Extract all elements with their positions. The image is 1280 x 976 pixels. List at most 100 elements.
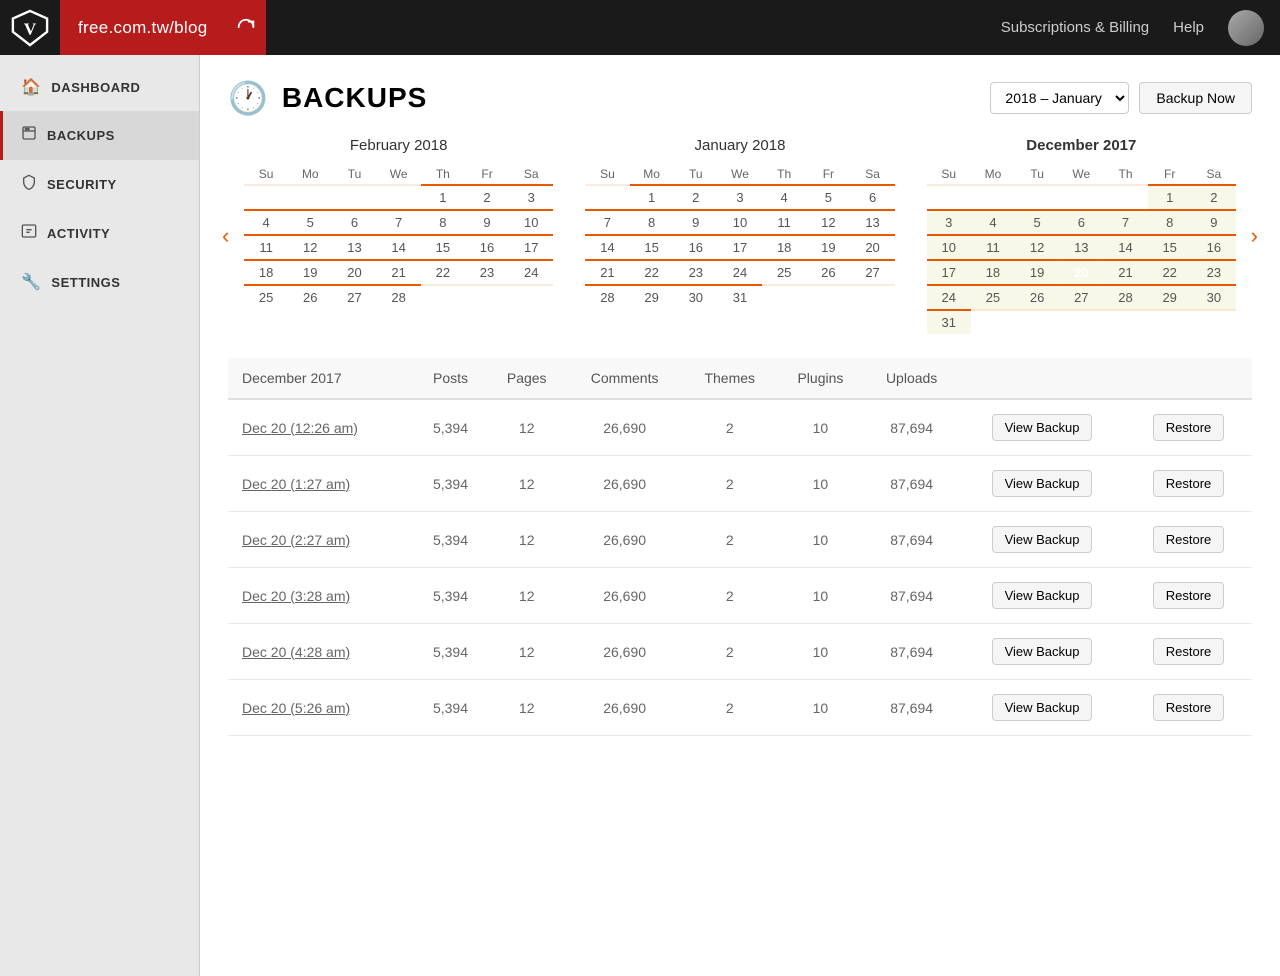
- calendar-day[interactable]: 9: [465, 210, 509, 235]
- sidebar-item-security[interactable]: Security: [0, 160, 199, 209]
- calendar-day[interactable]: 21: [377, 260, 421, 285]
- restore-button[interactable]: Restore: [1153, 526, 1225, 553]
- backup-date-link[interactable]: Dec 20 (12:26 am): [242, 420, 358, 436]
- calendar-day[interactable]: 25: [762, 260, 806, 285]
- calendar-day[interactable]: 2: [674, 185, 718, 210]
- calendar-day[interactable]: 5: [1015, 210, 1059, 235]
- sidebar-item-activity[interactable]: Activity: [0, 209, 199, 258]
- calendar-day[interactable]: 14: [377, 235, 421, 260]
- restore-button[interactable]: Restore: [1153, 470, 1225, 497]
- calendar-day[interactable]: 15: [630, 235, 674, 260]
- calendar-day[interactable]: 7: [377, 210, 421, 235]
- calendar-day[interactable]: 4: [762, 185, 806, 210]
- calendar-day[interactable]: 15: [1148, 235, 1192, 260]
- restore-button[interactable]: Restore: [1153, 694, 1225, 721]
- view-backup-button[interactable]: View Backup: [992, 414, 1093, 441]
- calendar-day[interactable]: 6: [1059, 210, 1103, 235]
- restore-button[interactable]: Restore: [1153, 414, 1225, 441]
- calendar-day[interactable]: 28: [377, 285, 421, 309]
- calendar-day[interactable]: 17: [718, 235, 762, 260]
- calendar-day[interactable]: 23: [674, 260, 718, 285]
- backup-date-link[interactable]: Dec 20 (2:27 am): [242, 532, 350, 548]
- calendar-day[interactable]: 27: [850, 260, 894, 285]
- backup-date-link[interactable]: Dec 20 (3:28 am): [242, 588, 350, 604]
- calendar-day[interactable]: 3: [718, 185, 762, 210]
- calendar-day[interactable]: 29: [1148, 285, 1192, 310]
- calendar-day[interactable]: 4: [971, 210, 1015, 235]
- calendar-day[interactable]: 4: [244, 210, 288, 235]
- calendar-day[interactable]: 30: [1192, 285, 1236, 310]
- month-selector[interactable]: 2018 – January: [990, 82, 1129, 114]
- calendar-day[interactable]: 9: [1192, 210, 1236, 235]
- calendar-day[interactable]: 23: [1192, 260, 1236, 285]
- calendar-day[interactable]: 1: [1148, 185, 1192, 210]
- calendar-day[interactable]: 7: [585, 210, 629, 235]
- restore-button[interactable]: Restore: [1153, 638, 1225, 665]
- calendar-day[interactable]: 1: [630, 185, 674, 210]
- calendar-day[interactable]: 21: [585, 260, 629, 285]
- calendar-day[interactable]: 14: [1103, 235, 1147, 260]
- calendar-day[interactable]: 2: [1192, 185, 1236, 210]
- backup-date-link[interactable]: Dec 20 (1:27 am): [242, 476, 350, 492]
- calendar-day[interactable]: 7: [1103, 210, 1147, 235]
- calendar-day[interactable]: 22: [421, 260, 465, 285]
- view-backup-button[interactable]: View Backup: [992, 470, 1093, 497]
- calendar-day[interactable]: 11: [971, 235, 1015, 260]
- calendar-day[interactable]: 10: [927, 235, 971, 260]
- calendar-day[interactable]: 27: [1059, 285, 1103, 310]
- backup-date-link[interactable]: Dec 20 (5:26 am): [242, 700, 350, 716]
- calendar-day[interactable]: 20: [332, 260, 376, 285]
- calendar-day[interactable]: 6: [850, 185, 894, 210]
- calendar-day[interactable]: 18: [244, 260, 288, 285]
- calendar-day[interactable]: 26: [1015, 285, 1059, 310]
- avatar[interactable]: [1228, 10, 1264, 46]
- restore-button[interactable]: Restore: [1153, 582, 1225, 609]
- calendar-day[interactable]: 26: [806, 260, 850, 285]
- view-backup-button[interactable]: View Backup: [992, 638, 1093, 665]
- backup-now-button[interactable]: Backup Now: [1139, 82, 1252, 114]
- calendar-day[interactable]: 12: [806, 210, 850, 235]
- calendar-day[interactable]: 18: [971, 260, 1015, 285]
- view-backup-button[interactable]: View Backup: [992, 694, 1093, 721]
- calendar-day[interactable]: 27: [332, 285, 376, 309]
- calendar-day[interactable]: 30: [674, 285, 718, 309]
- calendar-day[interactable]: 28: [1103, 285, 1147, 310]
- calendar-day[interactable]: 19: [806, 235, 850, 260]
- calendar-day[interactable]: 16: [1192, 235, 1236, 260]
- calendar-day[interactable]: 8: [421, 210, 465, 235]
- calendar-day[interactable]: 22: [630, 260, 674, 285]
- calendar-day[interactable]: 10: [509, 210, 553, 235]
- calendar-day[interactable]: 31: [927, 310, 971, 334]
- calendar-day[interactable]: 12: [1015, 235, 1059, 260]
- calendar-day[interactable]: 13: [332, 235, 376, 260]
- calendar-day[interactable]: 17: [927, 260, 971, 285]
- calendar-day[interactable]: 10: [718, 210, 762, 235]
- calendar-day[interactable]: 28: [585, 285, 629, 309]
- sidebar-item-backups[interactable]: Backups: [0, 111, 199, 160]
- calendar-day[interactable]: 8: [630, 210, 674, 235]
- logo[interactable]: V: [0, 0, 60, 55]
- help-link[interactable]: Help: [1173, 19, 1204, 36]
- view-backup-button[interactable]: View Backup: [992, 526, 1093, 553]
- calendar-day[interactable]: 13: [1059, 235, 1103, 260]
- subscriptions-billing-link[interactable]: Subscriptions & Billing: [1001, 19, 1149, 36]
- calendar-day[interactable]: 1: [421, 185, 465, 210]
- calendar-day[interactable]: 17: [509, 235, 553, 260]
- calendar-day[interactable]: 16: [674, 235, 718, 260]
- calendar-day[interactable]: 19: [1015, 260, 1059, 285]
- calendar-day[interactable]: 25: [244, 285, 288, 309]
- calendar-day[interactable]: 24: [509, 260, 553, 285]
- calendar-day[interactable]: 24: [718, 260, 762, 285]
- calendar-day[interactable]: 14: [585, 235, 629, 260]
- view-backup-button[interactable]: View Backup: [992, 582, 1093, 609]
- calendar-prev-button[interactable]: ‹: [214, 215, 237, 257]
- calendar-day[interactable]: 21: [1103, 260, 1147, 285]
- calendar-day[interactable]: 11: [762, 210, 806, 235]
- backup-date-link[interactable]: Dec 20 (4:28 am): [242, 644, 350, 660]
- calendar-day[interactable]: 13: [850, 210, 894, 235]
- calendar-day[interactable]: 24: [927, 285, 971, 310]
- calendar-day[interactable]: 5: [288, 210, 332, 235]
- sidebar-item-dashboard[interactable]: 🏠 Dashboard: [0, 63, 199, 111]
- calendar-day[interactable]: 31: [718, 285, 762, 309]
- calendar-day[interactable]: 3: [927, 210, 971, 235]
